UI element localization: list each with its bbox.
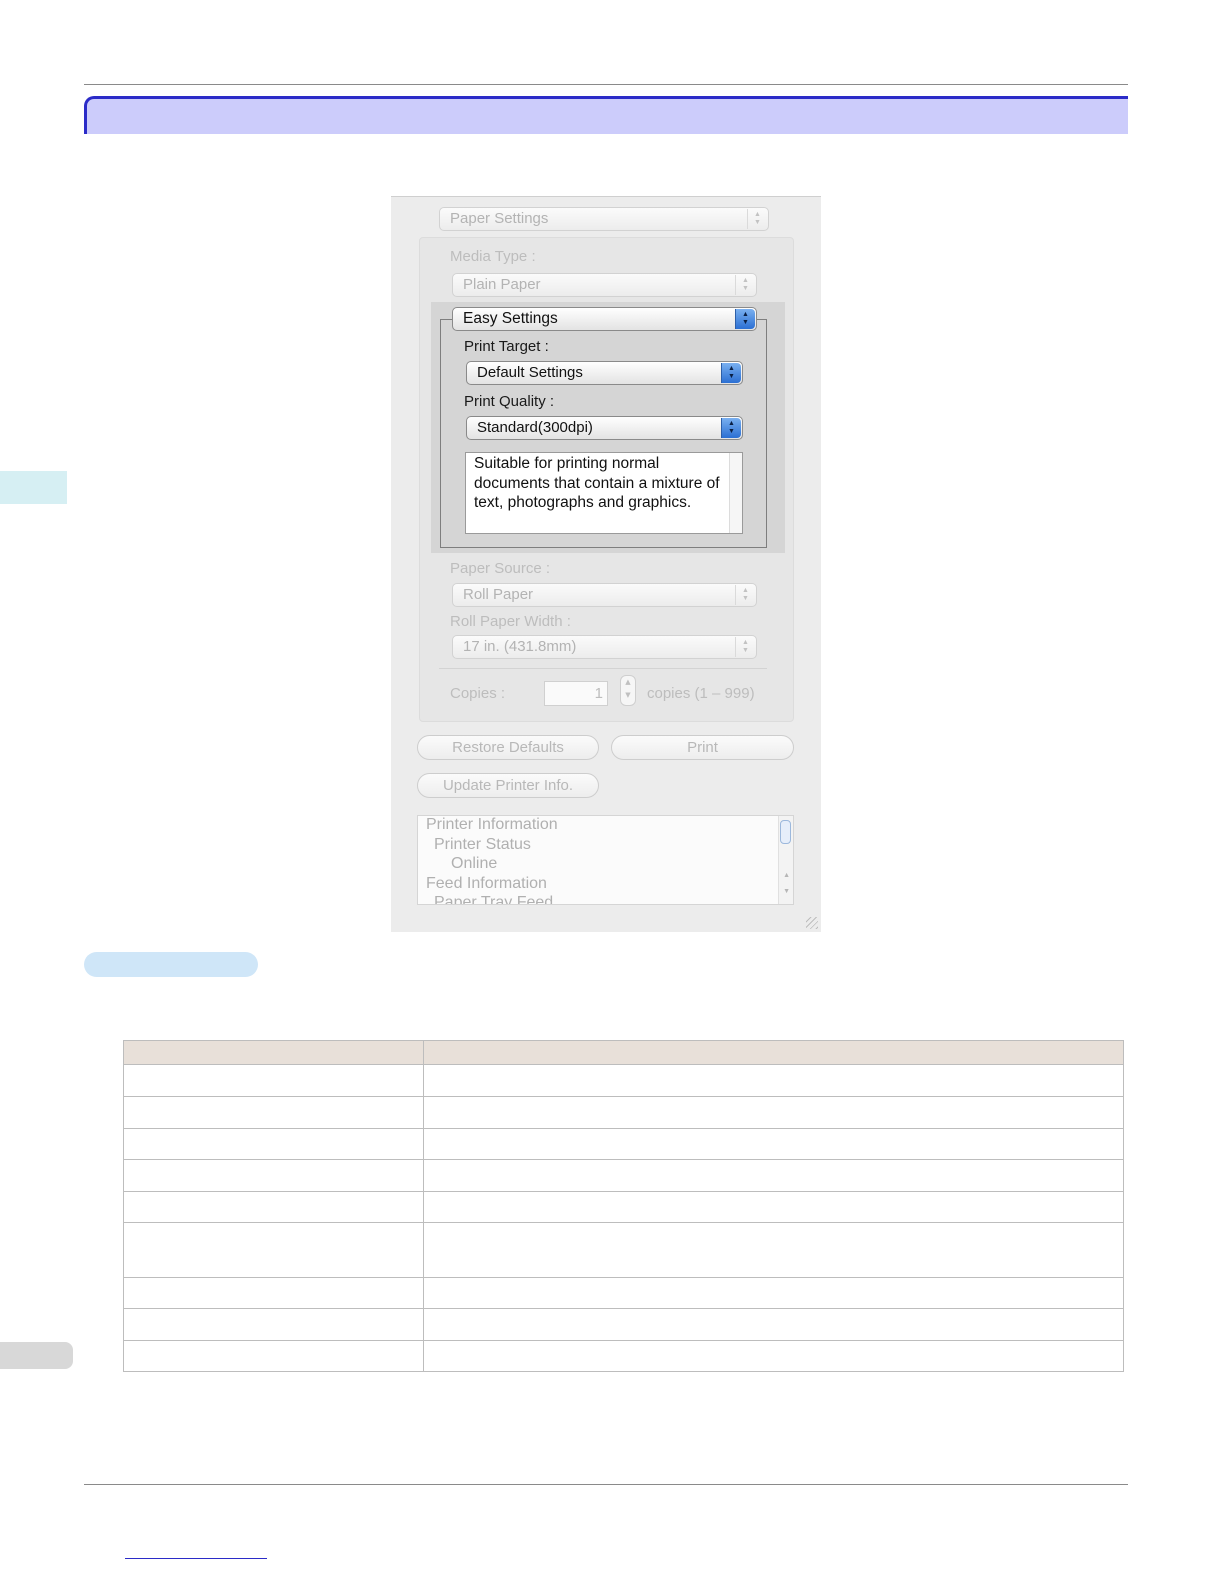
roll-width-popup[interactable]: 17 in. (431.8mm) ▲ ▼ — [452, 635, 757, 659]
printer-info-list[interactable]: Printer Information Printer Status Onlin… — [417, 815, 794, 905]
list-item: Printer Status — [434, 836, 531, 853]
paper-settings-popup[interactable]: Paper Settings ▲ ▼ — [439, 207, 769, 231]
description-scrollbar[interactable] — [729, 453, 742, 533]
side-index-tab[interactable] — [0, 1342, 73, 1369]
table-header-cell — [423, 1040, 1124, 1065]
settings-table — [123, 1040, 1124, 1372]
roll-width-label: Roll Paper Width : — [450, 613, 571, 630]
print-quality-popup[interactable]: Standard(300dpi) ▲ ▼ — [466, 416, 743, 440]
table-row — [123, 1340, 1124, 1372]
table-cell — [123, 1222, 424, 1278]
print-target-popup[interactable]: Default Settings ▲ ▼ — [466, 361, 743, 385]
table-cell — [423, 1308, 1124, 1341]
easy-settings-group: Easy Settings ▲ ▼ Print Target : Default … — [431, 302, 785, 553]
table-cell — [123, 1096, 424, 1129]
list-item: Online — [451, 855, 498, 872]
popup-arrows-icon: ▲ ▼ — [735, 275, 755, 295]
table-cell — [423, 1128, 1124, 1160]
table-row — [123, 1191, 1124, 1223]
side-chapter-tab[interactable] — [0, 471, 67, 504]
print-dialog: Paper Settings ▲ ▼ Media Type : Plain Pap… — [391, 196, 821, 932]
table-cell — [123, 1064, 424, 1097]
table-row — [123, 1128, 1124, 1160]
copies-range: copies (1 – 999) — [647, 685, 755, 702]
table-cell — [123, 1191, 424, 1223]
scroll-arrows-icon[interactable]: ▲ ▼ — [783, 868, 790, 900]
separator — [439, 668, 767, 669]
popup-arrows-icon: ▲ ▼ — [747, 209, 767, 229]
quality-description: Suitable for printing normal documents t… — [465, 452, 743, 534]
resize-grip-icon[interactable] — [806, 917, 818, 929]
table-cell — [123, 1128, 424, 1160]
print-button[interactable]: Print — [611, 735, 794, 760]
popup-arrows-icon: ▲ ▼ — [735, 585, 755, 605]
table-header-cell — [123, 1040, 424, 1065]
update-printer-info-button[interactable]: Update Printer Info. — [417, 773, 599, 798]
scroll-thumb[interactable] — [780, 820, 791, 844]
media-type-popup[interactable]: Plain Paper ▲ ▼ — [452, 273, 757, 297]
popup-arrows-icon: ▲ ▼ — [735, 309, 755, 329]
table-cell — [423, 1191, 1124, 1223]
popup-arrows-icon: ▲ ▼ — [721, 418, 741, 438]
popup-arrows-icon: ▲ ▼ — [721, 363, 741, 383]
list-item: Printer Information — [426, 816, 558, 833]
table-cell — [423, 1277, 1124, 1309]
table-cell — [123, 1308, 424, 1341]
top-rule — [84, 84, 1128, 85]
table-row — [123, 1277, 1124, 1309]
mode-popup[interactable]: Easy Settings ▲ ▼ — [452, 307, 757, 331]
footer-link-underline[interactable] — [125, 1558, 267, 1559]
bottom-rule — [84, 1484, 1128, 1485]
stepper-icon[interactable]: ▲ ▼ — [620, 675, 636, 706]
copies-label: Copies : — [450, 685, 506, 702]
table-cell — [423, 1340, 1124, 1372]
print-quality-label: Print Quality : — [464, 393, 555, 410]
table-cell — [123, 1159, 424, 1192]
list-item: Paper Tray Feed — [434, 894, 554, 905]
paper-source-popup[interactable]: Roll Paper ▲ ▼ — [452, 583, 757, 607]
info-scrollbar[interactable]: ▲ ▼ — [778, 816, 793, 904]
print-target-label: Print Target : — [464, 338, 549, 355]
subsection-banner — [84, 952, 258, 977]
table-row — [123, 1222, 1124, 1278]
table-row — [123, 1064, 1124, 1097]
copies-input[interactable]: 1 — [544, 681, 608, 706]
table-cell — [123, 1277, 424, 1309]
section-banner — [84, 96, 1128, 134]
table-header-row — [123, 1040, 1124, 1065]
table-row — [123, 1159, 1124, 1192]
table-cell — [423, 1064, 1124, 1097]
list-item: Feed Information — [426, 875, 547, 892]
media-type-label: Media Type : — [450, 248, 536, 265]
restore-defaults-button[interactable]: Restore Defaults — [417, 735, 599, 760]
table-cell — [423, 1222, 1124, 1278]
paper-source-label: Paper Source : — [450, 560, 551, 577]
table-cell — [123, 1340, 424, 1372]
table-row — [123, 1308, 1124, 1341]
table-row — [123, 1096, 1124, 1129]
table-cell — [423, 1096, 1124, 1129]
popup-arrows-icon: ▲ ▼ — [735, 637, 755, 657]
table-cell — [423, 1159, 1124, 1192]
